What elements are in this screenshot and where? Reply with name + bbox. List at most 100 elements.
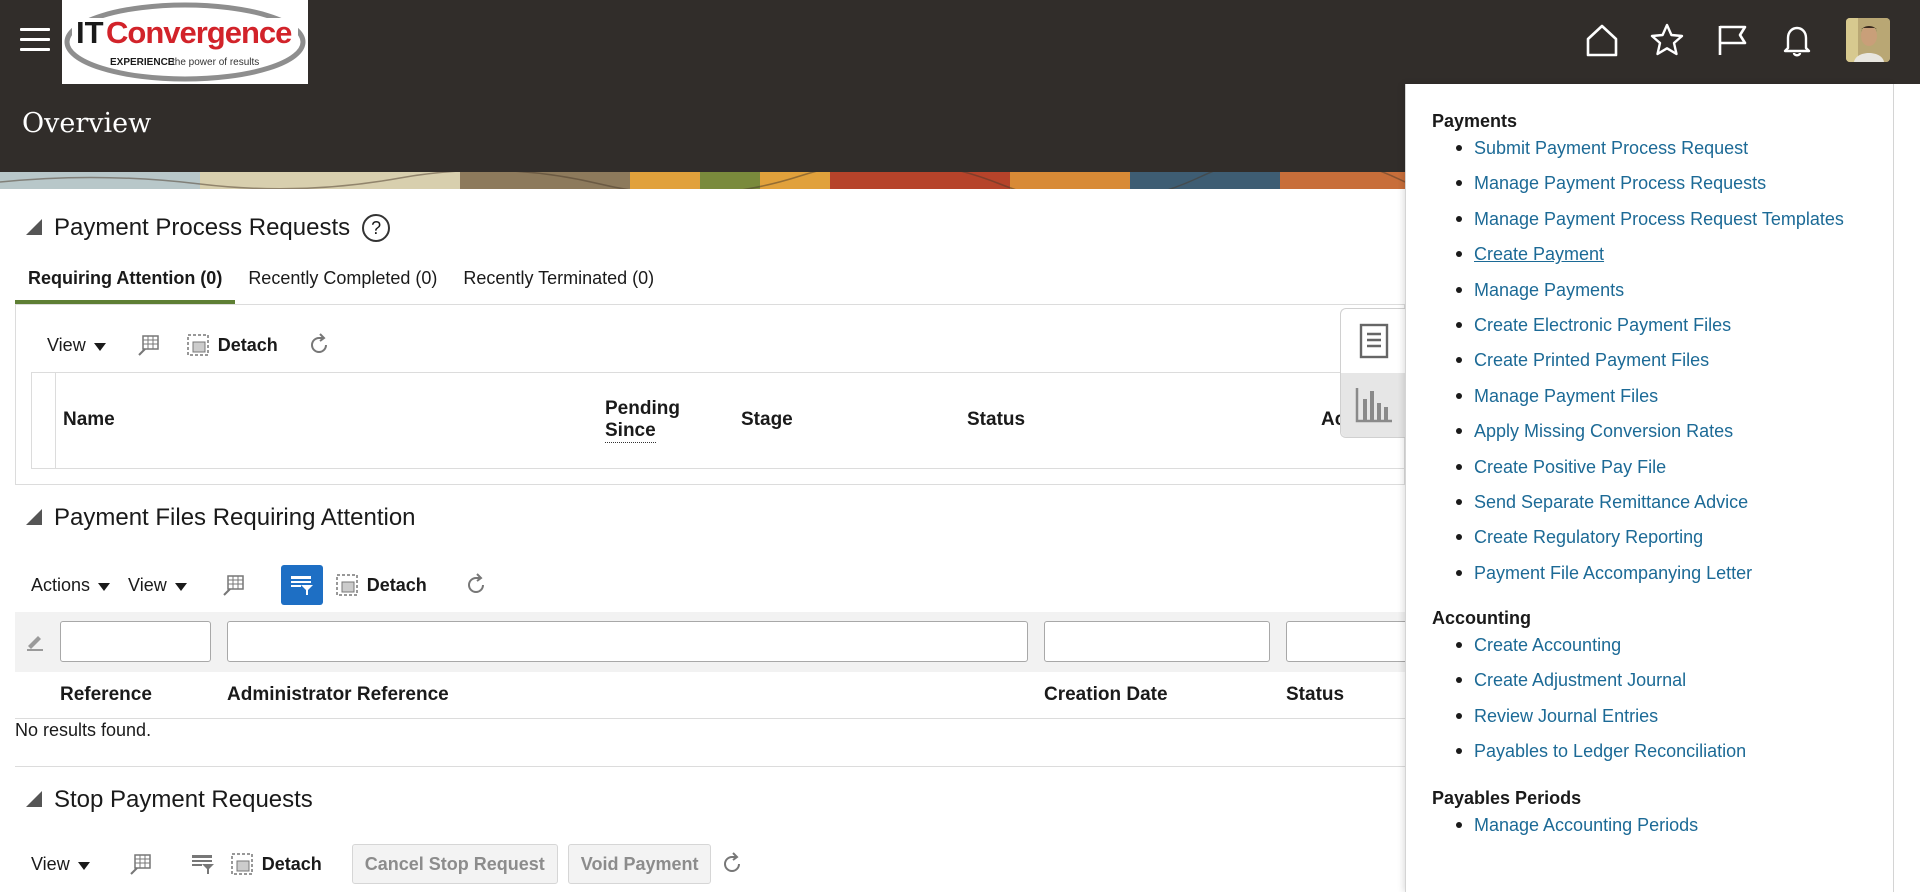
cancel-stop-request-button[interactable]: Cancel Stop Request	[351, 844, 558, 884]
column-header-status[interactable]: Status	[967, 409, 1025, 431]
pending-line-1: Pending	[605, 398, 680, 419]
tab-requiring-attention[interactable]: Requiring Attention (0)	[15, 262, 236, 304]
detach-label: Detach	[261, 853, 322, 874]
collapse-toggle-icon[interactable]	[26, 219, 42, 235]
ppr-tabs: Requiring Attention (0) Recently Complet…	[15, 262, 1405, 305]
section-title: Stop Payment Requests	[54, 786, 313, 813]
creation-date-filter-input[interactable]	[1044, 621, 1270, 662]
refresh-icon[interactable]	[306, 332, 332, 358]
help-icon[interactable]: ?	[362, 214, 391, 242]
notifications-bell-icon[interactable]	[1775, 18, 1819, 62]
payables-periods-task-list: Manage Accounting Periods	[1455, 814, 1698, 849]
ppr-table	[31, 372, 1405, 469]
global-icons	[1559, 18, 1890, 62]
logo-tagline: the power of results	[172, 57, 259, 68]
tasks-panel: Payments Submit Payment Process Request …	[1405, 84, 1894, 892]
right-gutter	[1894, 84, 1920, 892]
tab-recently-terminated[interactable]: Recently Terminated (0)	[450, 262, 667, 304]
task-label: Create Accounting	[1474, 635, 1622, 655]
detach-button[interactable]: Detach	[230, 852, 322, 876]
reference-filter-input[interactable]	[60, 621, 211, 662]
task-label: Payment File Accompanying Letter	[1474, 562, 1753, 583]
favorites-star-icon[interactable]	[1645, 18, 1689, 62]
tasks-drawer-tab[interactable]	[1341, 309, 1406, 373]
task-link[interactable]: Apply Missing Conversion Rates	[1456, 420, 1844, 455]
view-menu[interactable]: View	[128, 575, 187, 596]
freeze-columns-icon[interactable]	[128, 851, 154, 877]
task-link[interactable]: Review Journal Entries	[1455, 705, 1746, 740]
actions-menu[interactable]: Actions	[31, 575, 111, 596]
task-link[interactable]: Manage Payments	[1456, 279, 1844, 314]
app-root: IT Convergence EXPERIENCE the power of r…	[0, 0, 1920, 892]
tab-recently-completed[interactable]: Recently Completed (0)	[235, 262, 450, 304]
collapse-toggle-icon[interactable]	[26, 791, 42, 807]
payment-files-header: Payment Files Requiring Attention	[26, 504, 416, 532]
detach-button[interactable]: Detach	[186, 333, 278, 357]
home-icon[interactable]	[1580, 18, 1624, 62]
pending-line-2: Since	[605, 420, 656, 443]
query-by-example-button[interactable]	[280, 565, 323, 605]
task-link[interactable]: Manage Accounting Periods	[1455, 814, 1698, 849]
collapse-toggle-icon[interactable]	[26, 509, 42, 525]
administrator-reference-filter-input[interactable]	[227, 621, 1028, 662]
task-link[interactable]: Create Positive Pay File	[1456, 456, 1844, 491]
reports-drawer-tab[interactable]	[1341, 373, 1406, 437]
detach-label: Detach	[217, 334, 278, 355]
row-header-column	[32, 373, 56, 468]
column-header-administrator-reference[interactable]: Administrator Reference	[227, 684, 449, 706]
refresh-icon[interactable]	[463, 572, 489, 598]
logo-it-text: IT	[76, 15, 104, 50]
task-label: Create Adjustment Journal	[1474, 670, 1687, 691]
task-link[interactable]: Create Accounting	[1455, 634, 1746, 669]
task-link[interactable]: Create Electronic Payment Files	[1456, 314, 1844, 349]
task-link[interactable]: Submit Payment Process Request	[1456, 137, 1844, 172]
task-link[interactable]: Payment File Accompanying Letter	[1456, 562, 1844, 597]
task-link[interactable]: Manage Payment Process Request Templates	[1456, 208, 1844, 243]
task-link[interactable]: Create Printed Payment Files	[1456, 349, 1844, 384]
detach-label: Detach	[366, 574, 427, 595]
void-payment-button[interactable]: Void Payment	[567, 844, 712, 884]
view-menu[interactable]: View	[47, 335, 106, 356]
user-avatar[interactable]	[1846, 18, 1890, 62]
filter-icon[interactable]	[190, 851, 216, 877]
column-header-name[interactable]: Name	[63, 409, 115, 431]
refresh-icon[interactable]	[719, 851, 745, 877]
task-link[interactable]: Manage Payment Files	[1456, 385, 1844, 420]
task-label: Create Positive Pay File	[1474, 456, 1667, 477]
stop-payment-toolbar: View Detach Cancel Stop Request Void Pay…	[31, 844, 745, 884]
task-link[interactable]: Create Regulatory Reporting	[1456, 526, 1844, 561]
task-label: Create Payment	[1474, 244, 1605, 265]
logo-brand-text: Convergence	[106, 15, 292, 50]
view-menu[interactable]: View	[31, 854, 90, 875]
column-header-status[interactable]: Status	[1286, 684, 1344, 706]
accounting-task-list: Create Accounting Create Adjustment Jour…	[1455, 634, 1746, 776]
column-header-reference[interactable]: Reference	[60, 684, 152, 706]
task-label: Submit Payment Process Request	[1474, 138, 1749, 158]
payment-process-requests-header: Payment Process Requests ?	[26, 214, 391, 242]
clear-filter-icon[interactable]	[24, 630, 46, 657]
task-link-hovered[interactable]: Create Payment	[1456, 243, 1844, 278]
task-link[interactable]: Payables to Ledger Reconciliation	[1455, 740, 1746, 775]
navigator-menu-icon[interactable]	[20, 28, 50, 54]
task-link[interactable]: Create Adjustment Journal	[1455, 669, 1746, 704]
freeze-columns-icon[interactable]	[136, 332, 162, 358]
task-link[interactable]: Manage Payment Process Requests	[1456, 172, 1844, 207]
chevron-down-icon	[98, 582, 111, 591]
detach-button[interactable]: Detach	[335, 573, 427, 597]
view-label: View	[31, 853, 70, 874]
task-label: Create Regulatory Reporting	[1474, 527, 1704, 548]
task-link[interactable]: Send Separate Remittance Advice	[1456, 491, 1844, 526]
chevron-down-icon	[93, 342, 106, 351]
freeze-columns-icon[interactable]	[221, 572, 247, 598]
task-label: Manage Payment Files	[1474, 385, 1659, 406]
watchlist-flag-icon[interactable]	[1710, 18, 1754, 62]
view-label: View	[128, 574, 167, 595]
logo-tagline-strong: EXPERIENCE	[110, 57, 175, 68]
ppr-toolbar: View Detach	[47, 332, 332, 358]
company-logo[interactable]: IT Convergence EXPERIENCE the power of r…	[62, 0, 308, 84]
payments-task-list: Submit Payment Process Request Manage Pa…	[1456, 137, 1844, 597]
column-header-pending-since[interactable]: Pending Since	[605, 398, 680, 443]
tasks-group-payments: Payments	[1432, 111, 1518, 131]
column-header-stage[interactable]: Stage	[741, 409, 793, 431]
column-header-creation-date[interactable]: Creation Date	[1044, 684, 1168, 706]
